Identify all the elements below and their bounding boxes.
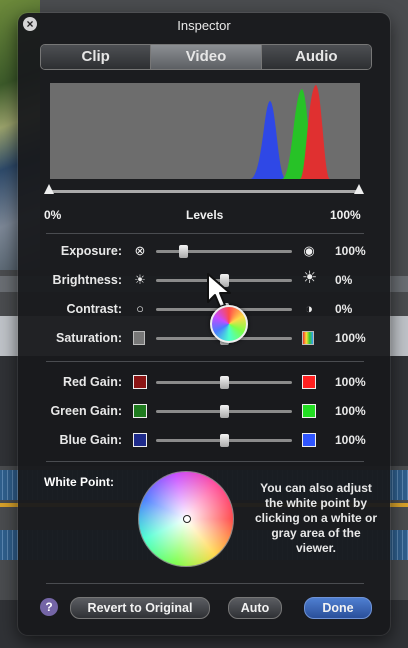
inspector-panel: × Inspector Clip Video Audio 0% Levels 1… — [18, 13, 390, 635]
brightness-value: 0% — [335, 273, 353, 287]
tab-audio[interactable]: Audio — [261, 45, 371, 69]
contrast-high-icon: ◑ — [305, 301, 313, 316]
contrast-value: 0% — [335, 302, 353, 316]
exposure-slider-thumb[interactable] — [179, 245, 189, 258]
saturation-low-icon — [133, 331, 145, 345]
red-gain-high-swatch — [302, 375, 316, 389]
inspector-title: Inspector — [177, 18, 231, 33]
green-gain-value: 100% — [335, 404, 366, 418]
white-point-marker[interactable] — [183, 515, 191, 523]
exposure-low-icon: ⊗ — [134, 243, 146, 258]
saturation-value: 100% — [335, 331, 366, 345]
exposure-high-icon: ◉ — [303, 243, 315, 258]
separator — [46, 361, 364, 362]
contrast-label: Contrast: — [66, 302, 122, 316]
blue-gain-low-swatch — [133, 433, 147, 447]
blue-gain-value: 100% — [335, 433, 366, 447]
saturation-high-icon — [302, 331, 314, 345]
auto-button[interactable]: Auto — [228, 597, 282, 619]
brightness-high-icon: ☀ — [302, 268, 318, 287]
white-point-label: White Point: — [44, 475, 114, 489]
exposure-label: Exposure: — [60, 244, 122, 258]
brightness-label: Brightness: — [52, 273, 122, 287]
color-picker-cursor-icon — [210, 305, 248, 343]
separator — [46, 461, 364, 462]
levels-low-handle[interactable] — [44, 184, 54, 194]
red-gain-label: Red Gain: — [62, 375, 122, 389]
exposure-value: 100% — [335, 244, 366, 258]
red-gain-low-swatch — [133, 375, 147, 389]
blue-gain-label: Blue Gain: — [59, 433, 122, 447]
levels-max-label: 100% — [330, 208, 361, 222]
green-gain-high-swatch — [302, 404, 316, 418]
tab-clip[interactable]: Clip — [41, 45, 152, 69]
levels-label: Levels — [186, 208, 224, 222]
separator — [46, 583, 364, 584]
red-gain-value: 100% — [335, 375, 366, 389]
done-button[interactable]: Done — [304, 597, 372, 619]
brightness-low-icon: ☀ — [134, 272, 146, 287]
help-button[interactable]: ? — [40, 598, 58, 616]
levels-high-handle[interactable] — [354, 184, 364, 194]
tab-video[interactable]: Video — [151, 45, 262, 69]
contrast-low-icon: ○ — [136, 301, 144, 316]
green-gain-slider-thumb[interactable] — [220, 405, 229, 418]
levels-min-label: 0% — [44, 208, 62, 222]
levels-slider[interactable] — [48, 190, 360, 193]
levels-histogram — [50, 83, 360, 179]
green-gain-low-swatch — [133, 404, 147, 418]
saturation-label: Saturation: — [56, 331, 122, 345]
white-point-help-text: You can also adjust the white point by c… — [254, 481, 378, 555]
revert-to-original-button[interactable]: Revert to Original — [70, 597, 210, 619]
red-gain-slider-thumb[interactable] — [220, 376, 229, 389]
blue-gain-high-swatch — [302, 433, 316, 447]
blue-gain-slider-thumb[interactable] — [220, 434, 229, 447]
separator — [46, 233, 364, 234]
green-gain-label: Green Gain: — [50, 404, 122, 418]
histogram-blue-channel — [250, 101, 286, 179]
exposure-slider[interactable] — [156, 250, 292, 253]
inspector-tabs: Clip Video Audio — [40, 44, 372, 70]
